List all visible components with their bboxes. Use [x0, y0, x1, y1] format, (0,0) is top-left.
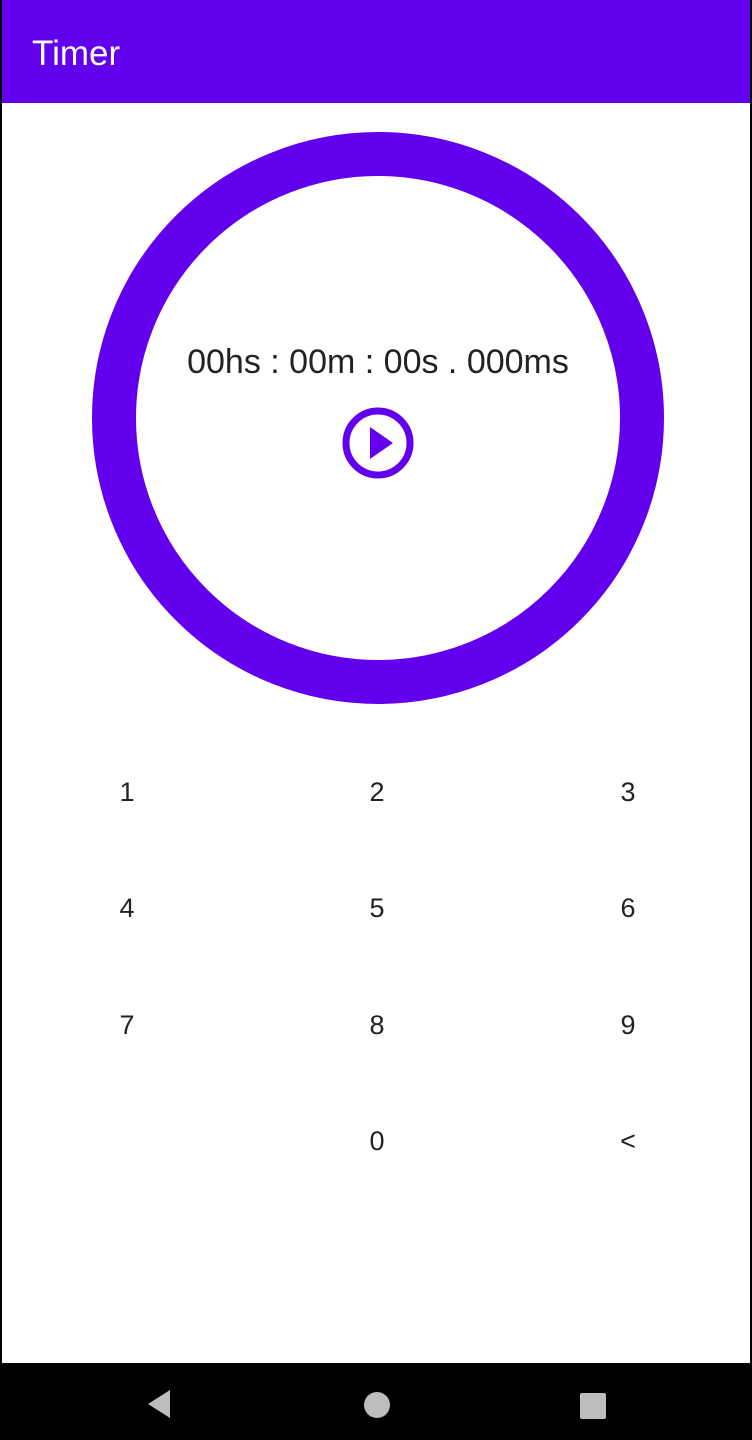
key-2[interactable]: 2: [252, 734, 502, 851]
key-7[interactable]: 7: [2, 967, 252, 1084]
nav-recents-button[interactable]: [579, 1392, 607, 1420]
home-circle-icon: [364, 1392, 390, 1418]
key-0[interactable]: 0: [252, 1084, 502, 1201]
number-keypad: 1 2 3 4 5 6 7 8 9 0 <: [2, 734, 752, 1200]
back-triangle-icon: [148, 1390, 170, 1418]
key-5[interactable]: 5: [252, 851, 502, 968]
nav-back-button[interactable]: [144, 1388, 176, 1420]
key-6[interactable]: 6: [502, 851, 752, 968]
play-button[interactable]: [341, 406, 415, 480]
system-nav-bar: [2, 1363, 752, 1440]
key-8[interactable]: 8: [252, 967, 502, 1084]
app-bar-title: Timer: [32, 34, 121, 73]
key-1[interactable]: 1: [2, 734, 252, 851]
key-3[interactable]: 3: [502, 734, 752, 851]
key-blank: [2, 1084, 252, 1201]
key-4[interactable]: 4: [2, 851, 252, 968]
timer-screen: Timer 00hs : 00m : 00s . 000ms 1 2 3 4 5…: [0, 0, 752, 1440]
key-backspace[interactable]: <: [502, 1084, 752, 1201]
key-9[interactable]: 9: [502, 967, 752, 1084]
time-display: 00hs : 00m : 00s . 000ms: [187, 343, 569, 381]
play-circle-icon: [342, 407, 414, 479]
app-bar: Timer: [2, 0, 750, 103]
nav-home-button[interactable]: [363, 1391, 391, 1419]
recents-square-icon: [580, 1393, 606, 1419]
